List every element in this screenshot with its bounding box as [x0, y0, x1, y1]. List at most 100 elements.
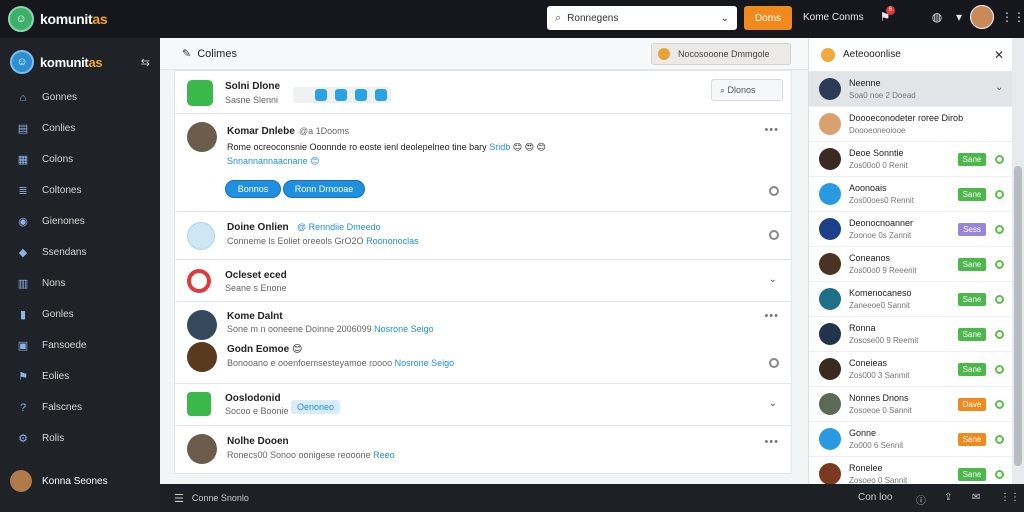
- member-action-button[interactable]: Sane: [958, 188, 986, 201]
- post-author-avatar[interactable]: [187, 434, 217, 464]
- member-row[interactable]: Aoonoais Zos00oes0 Rennit Sane: [809, 177, 1012, 212]
- chevron-down-icon[interactable]: ⌄: [995, 82, 1003, 93]
- sidebar-item[interactable]: ⚙ Rolis: [0, 423, 160, 454]
- member-row[interactable]: Ronelee Zosoeo 0 Sannit Sane: [809, 457, 1012, 484]
- status-icon[interactable]: [769, 230, 779, 240]
- chevron-down-icon[interactable]: ⌄: [769, 398, 777, 409]
- member-action-button[interactable]: Sane: [958, 433, 986, 446]
- member-action-button[interactable]: Sane: [958, 153, 986, 166]
- menu-icon[interactable]: ☰: [174, 492, 184, 505]
- post-card[interactable]: Nolhe Dooen Ronecs00 Sonoo oonigese reoo…: [174, 426, 792, 474]
- member-action-button[interactable]: Sane: [958, 328, 986, 341]
- post-sub-link[interactable]: Nosrone Seigo: [374, 324, 434, 334]
- member-row[interactable]: Doooeconodeter roree Dirob Doooeoneoiooe: [809, 107, 1012, 142]
- post-card[interactable]: Doine Onlien @ Renndiie Dmeedo Conneme l…: [174, 212, 792, 260]
- post-author-name[interactable]: Kome Dalnt: [227, 311, 283, 322]
- sidebar-brand[interactable]: ☺ komunitas ⇆: [0, 38, 160, 82]
- member-row[interactable]: Gonne Zo000 6 Sennit Sane: [809, 422, 1012, 457]
- collapse-icon[interactable]: ⇆: [141, 56, 150, 69]
- sidebar-item[interactable]: ⌂ Gonnes: [0, 82, 160, 113]
- search-input[interactable]: [567, 12, 721, 24]
- sidebar-item[interactable]: ◆ Ssendans: [0, 237, 160, 268]
- apps-grid-icon[interactable]: ⋮⋮: [1001, 10, 1024, 24]
- reply-author-name[interactable]: Godn Eomoe 😊: [227, 344, 302, 355]
- close-icon[interactable]: ✕: [994, 48, 1004, 62]
- apps-icon[interactable]: ⋮⋮: [1000, 492, 1020, 503]
- member-action-button[interactable]: Sane: [958, 468, 986, 481]
- scrollbar-thumb[interactable]: [1014, 166, 1022, 466]
- sidebar-item[interactable]: ▣ Fansoede: [0, 330, 160, 361]
- post-author-avatar[interactable]: [187, 122, 217, 152]
- post-action-button[interactable]: Bonnos: [225, 180, 281, 198]
- section-icon: [187, 269, 211, 293]
- post-author-avatar[interactable]: [187, 222, 215, 250]
- more-options-icon[interactable]: •••: [764, 124, 779, 136]
- member-row[interactable]: Nonnes Dnons Zosoeoe 0 Sannit Dave: [809, 387, 1012, 422]
- post-author-name[interactable]: Nolhe Dooen: [227, 436, 289, 447]
- right-scrollbar[interactable]: [1012, 38, 1024, 484]
- sidebar-item[interactable]: ? Falscnes: [0, 392, 160, 423]
- sidebar-item[interactable]: ◉ Gienones: [0, 206, 160, 237]
- reply-sub-link[interactable]: Nosrone Seigo: [395, 358, 455, 368]
- post-sub-link[interactable]: Reeo: [373, 450, 395, 460]
- post-body-link[interactable]: Sridb: [489, 142, 510, 152]
- sidebar-item[interactable]: ▦ Colons: [0, 144, 160, 175]
- post-link[interactable]: Snnannannaacnane 😊: [227, 156, 319, 167]
- member-action-button[interactable]: Sane: [958, 293, 986, 306]
- status-icon[interactable]: [769, 358, 779, 368]
- member-name: Ronelee: [849, 463, 883, 473]
- member-action-button[interactable]: Dave: [958, 398, 986, 411]
- sidebar-item-label: Fansoede: [42, 340, 87, 351]
- member-row[interactable]: Coneieas Zos000 3 Sanmit Sane: [809, 352, 1012, 387]
- member-row[interactable]: Coneanos Zos00o0 9 Reeenit Sane: [809, 247, 1012, 282]
- header-chip[interactable]: Nocosooone Dmmgole: [651, 43, 791, 65]
- chat-icon[interactable]: ✉: [972, 492, 980, 503]
- reaction-icon[interactable]: [769, 186, 779, 196]
- video-icon[interactable]: [375, 89, 387, 101]
- post-secondary-button[interactable]: Ronn Drnooae: [283, 180, 365, 198]
- member-row[interactable]: Komenocaneso Zaneeoe0 Sannit Sane: [809, 282, 1012, 317]
- info-icon[interactable]: ⓘ: [916, 492, 926, 507]
- member-action-button[interactable]: Sane: [958, 258, 986, 271]
- more-options-icon[interactable]: •••: [764, 436, 779, 448]
- user-avatar[interactable]: [970, 5, 994, 29]
- sidebar-item[interactable]: ▤ Conlies: [0, 113, 160, 144]
- section-header[interactable]: Ocleset eced Seane s Enone ⌄: [174, 260, 792, 302]
- post-card[interactable]: Komar Dnlebe @a 1Dooms ••• Rome ocreocon…: [174, 114, 792, 212]
- search-box[interactable]: ⌕ ⌄: [547, 6, 737, 30]
- post-author-name[interactable]: Komar Dnlebe: [227, 126, 295, 137]
- member-row[interactable]: Deoe Sonntie Zos00o0 0 Renit Sane: [809, 142, 1012, 177]
- sidebar-item[interactable]: ⚑ Eolies: [0, 361, 160, 392]
- group-card[interactable]: Solni Dlone Sasne Slenni ⌕ Dlonos: [174, 70, 792, 114]
- post-sub-link[interactable]: Roononoclas: [366, 236, 419, 246]
- reply-author-avatar[interactable]: [187, 342, 217, 372]
- primary-action-button[interactable]: Doms: [744, 6, 792, 30]
- chevron-down-icon[interactable]: ⌄: [769, 274, 777, 285]
- sidebar-item[interactable]: ≣ Coltones: [0, 175, 160, 206]
- section-header[interactable]: Ooslodonid Socoo e Boonie Oenoneo ⌄: [174, 384, 792, 426]
- member-action-button[interactable]: Sess: [958, 223, 986, 236]
- group-search[interactable]: ⌕ Dlonos: [711, 79, 783, 101]
- sidebar-item[interactable]: ▮ Gonles: [0, 299, 160, 330]
- chevron-down-icon[interactable]: ⌄: [721, 13, 729, 24]
- brand[interactable]: ☺ komunitas: [0, 6, 160, 32]
- post-card[interactable]: Kome Dalnt Sone m n ooneene Doinne 20060…: [174, 302, 792, 384]
- post-author-name[interactable]: Doine Onlien: [227, 222, 289, 233]
- help-icon[interactable]: ◍: [930, 10, 944, 24]
- more-options-icon[interactable]: •••: [764, 310, 779, 322]
- post-author-avatar[interactable]: [187, 310, 217, 340]
- member-row[interactable]: Ronna Zosose00 9 Reemit Sane: [809, 317, 1012, 352]
- share-icon[interactable]: ⇪: [944, 492, 952, 503]
- sidebar-user[interactable]: Konna Seones: [10, 470, 108, 492]
- link-icon[interactable]: [335, 89, 347, 101]
- caret-down-icon[interactable]: ▾: [952, 10, 966, 24]
- section-tag[interactable]: Oenoneo: [291, 400, 341, 414]
- member-action-button[interactable]: Sane: [958, 363, 986, 376]
- top-link[interactable]: Kome Conms: [803, 12, 864, 23]
- image-icon[interactable]: [355, 89, 367, 101]
- member-row[interactable]: Neenne Soa0 noe 2 Doead ⌄: [809, 72, 1012, 107]
- sidebar-item[interactable]: ▥ Nons: [0, 268, 160, 299]
- post-meta: @a 1Dooms: [299, 126, 350, 136]
- member-row[interactable]: Deonocnoanner Zoonoe 0s Zannit Sess: [809, 212, 1012, 247]
- share-icon[interactable]: [315, 89, 327, 101]
